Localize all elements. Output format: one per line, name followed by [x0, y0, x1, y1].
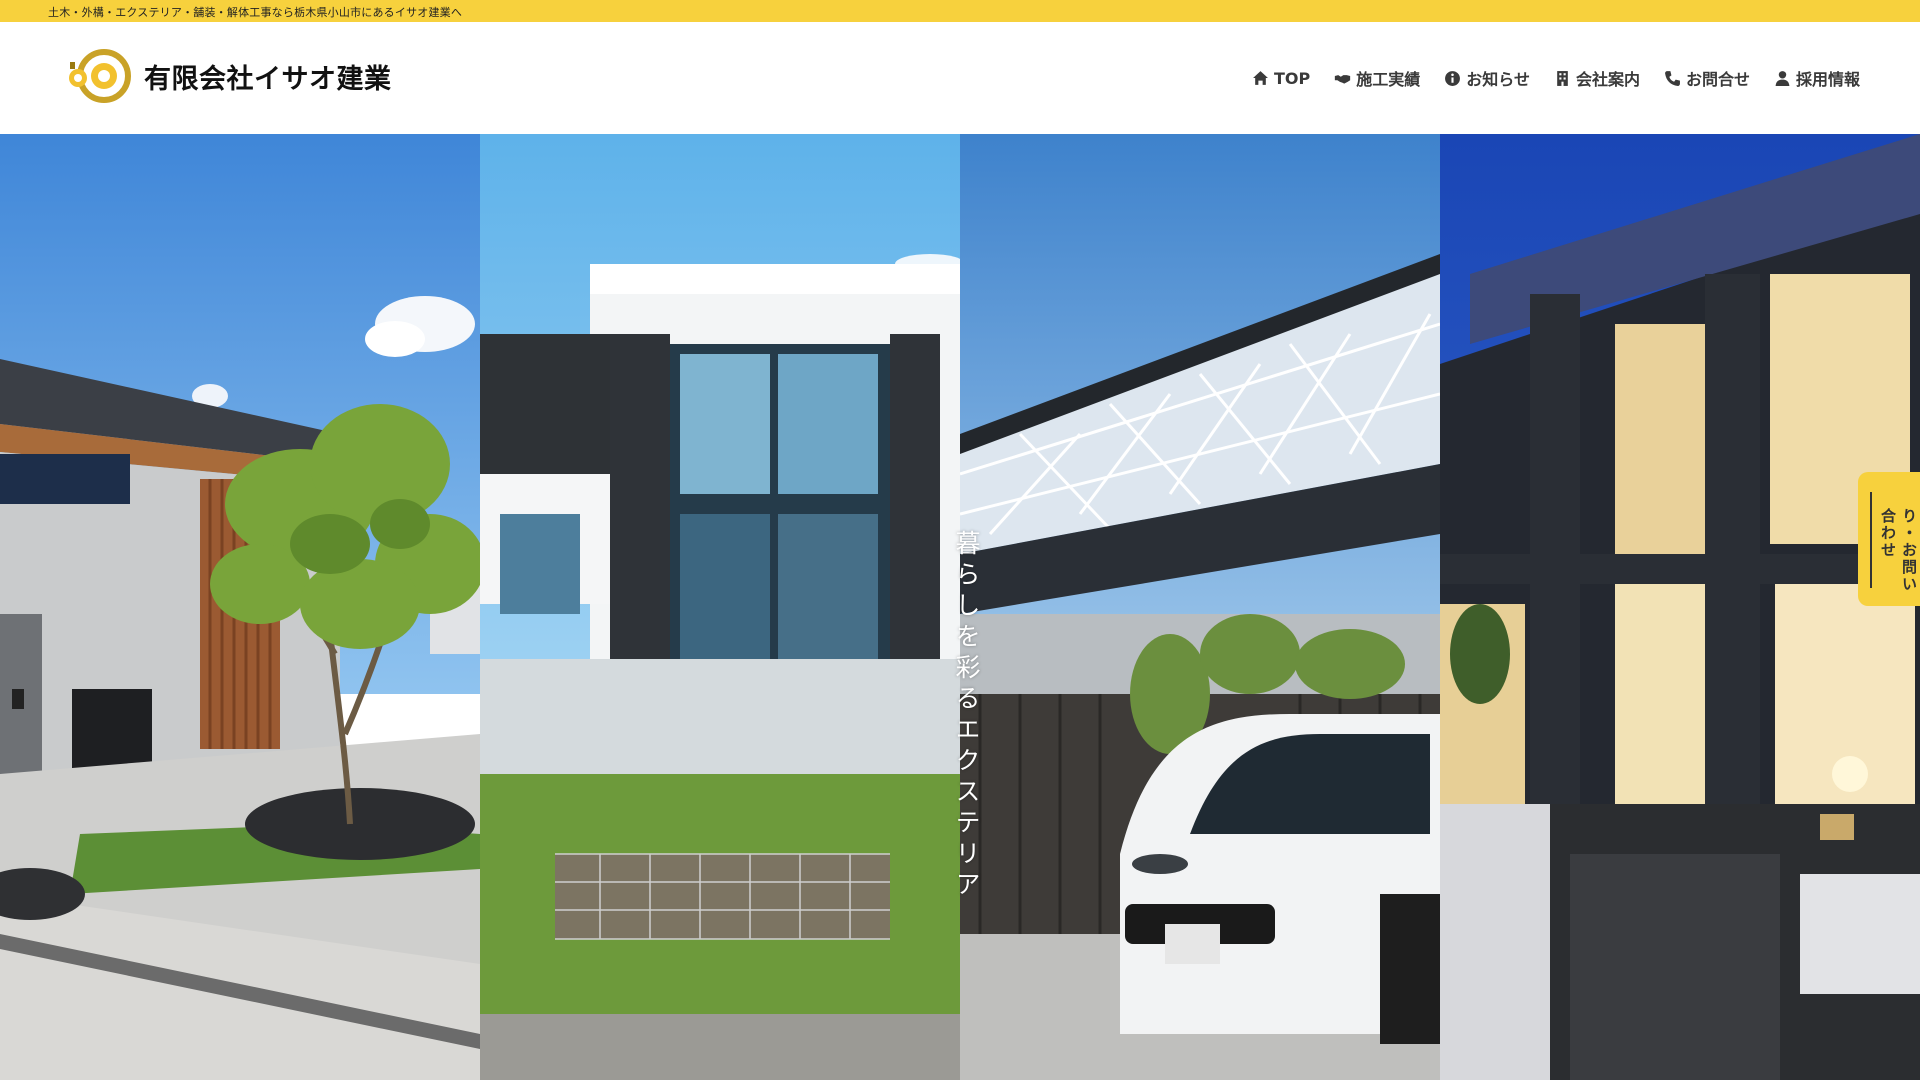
info-circle-icon [1445, 70, 1461, 86]
site-logo[interactable]: 有限会社イサオ建業 [66, 48, 392, 104]
side-tab-divider [1870, 492, 1872, 588]
nav-top-label: TOP [1274, 68, 1311, 88]
user-icon [1775, 70, 1790, 86]
nav-news[interactable]: お知らせ [1444, 66, 1530, 90]
nav-top[interactable]: TOP [1252, 66, 1310, 90]
home-icon [1253, 70, 1268, 85]
logo-text: 有限会社イサオ建業 [144, 63, 392, 95]
phone-icon [1665, 70, 1680, 86]
nav-company[interactable]: 会社案内 [1554, 66, 1640, 90]
announcement-text: 土木・外構・エクステリア・舗装・解体工事なら栃木県小山市にあるイサオ建業へ [48, 6, 463, 19]
logo-mark-icon [66, 48, 134, 104]
side-tab-label: お見積もり・お問い合わせ [1879, 508, 1918, 593]
hero-tagline: 暮らしを彩るエクステリア [952, 530, 981, 902]
contact-side-tab[interactable]: お見積もり・お問い合わせ [1858, 472, 1920, 606]
nav-recruit-label: 採用情報 [1795, 70, 1860, 89]
nav-recruit[interactable]: 採用情報 [1774, 66, 1860, 90]
hero-panel-white-house [480, 134, 960, 1080]
hero-panel-house-garden [0, 134, 480, 1080]
announcement-bar: 土木・外構・エクステリア・舗装・解体工事なら栃木県小山市にあるイサオ建業へ [0, 0, 1920, 22]
nav-news-label: お知らせ [1466, 70, 1530, 89]
building-icon [1557, 70, 1568, 86]
nav-contact[interactable]: お問合せ [1664, 66, 1750, 90]
nav-contact-label: お問合せ [1685, 70, 1750, 89]
handshake-icon [1335, 74, 1351, 84]
nav-works[interactable]: 施工実績 [1334, 66, 1420, 90]
nav-company-label: 会社案内 [1575, 70, 1640, 89]
hero-panel-carport [960, 134, 1440, 1080]
main-nav: TOP 施工実績 お知らせ 会社案内 お問合せ 採用情報 [1252, 66, 1860, 90]
hero-panel-night-house [1440, 134, 1920, 1080]
site-header: 有限会社イサオ建業 TOP 施工実績 お知らせ 会社案内 お問合せ 採用情報 [0, 22, 1920, 134]
nav-works-label: 施工実績 [1356, 70, 1421, 89]
